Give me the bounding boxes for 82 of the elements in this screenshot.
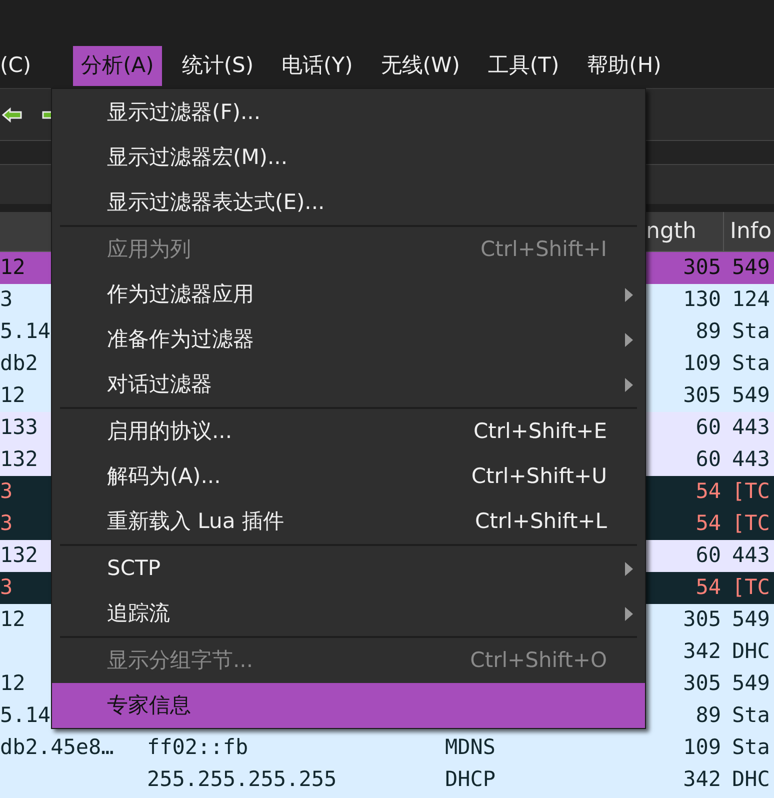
shortcut-label: Ctrl+Shift+I [480, 236, 607, 263]
table-cell: 305 [683, 383, 721, 408]
menu-item[interactable]: 启用的协议... Ctrl+Shift+E [52, 409, 645, 454]
shortcut-label: Ctrl+Shift+U [471, 462, 607, 490]
menu-item[interactable]: 对话过滤器 [52, 362, 645, 407]
table-cell: 305 [683, 607, 721, 632]
menu-item[interactable]: 显示过滤器(F)... [52, 90, 645, 135]
table-cell: 130 [683, 287, 721, 312]
table-cell: [TC [732, 511, 770, 536]
left-arrow-icon[interactable] [2, 106, 22, 122]
table-cell: 549 [732, 255, 770, 280]
column-header[interactable]: ngth [646, 215, 696, 248]
table-cell: 133 [0, 415, 38, 440]
table-cell: db2 [0, 351, 38, 376]
menu-item[interactable]: 准备作为过滤器 [52, 317, 645, 362]
table-cell: 3 [0, 575, 13, 600]
shortcut-label: Ctrl+Shift+O [470, 646, 607, 674]
menu-title[interactable]: 分析(A) [73, 46, 162, 86]
table-cell: MDNS [445, 735, 496, 760]
table-cell: 5.14 [0, 703, 51, 728]
table-cell: 132 [0, 447, 38, 472]
table-cell: 549 [732, 607, 770, 632]
table-cell: Sta [732, 351, 770, 376]
menu-item[interactable]: SCTP [52, 546, 645, 591]
table-cell: 443 [732, 415, 770, 440]
menu-item[interactable]: 作为过滤器应用 [52, 272, 645, 317]
menu-title[interactable]: 统计(S) [174, 46, 262, 86]
table-cell: 549 [732, 383, 770, 408]
table-cell: 54 [696, 479, 721, 504]
menu-item[interactable]: 解码为(A)... Ctrl+Shift+U [52, 454, 645, 499]
menu-item[interactable]: 追踪流 [52, 591, 645, 636]
table-cell: 3 [0, 511, 13, 536]
menu-title[interactable]: 电话(Y) [274, 46, 361, 86]
packet-row[interactable]: db2.45e8… ff02::fb MDNS 109 Sta [0, 732, 774, 764]
menu-title[interactable]: 工具(T) [480, 46, 568, 86]
table-cell: 89 [696, 703, 721, 728]
menu-item[interactable]: 显示过滤器宏(M)... [52, 135, 645, 180]
menu-item[interactable]: 显示过滤器表达式(E)... [52, 180, 645, 225]
table-cell: 3 [0, 479, 13, 504]
table-cell: 3 [0, 287, 13, 312]
table-cell: 5.14 [0, 319, 51, 344]
table-cell: 54 [696, 511, 721, 536]
menu-title[interactable]: 无线(W) [372, 46, 468, 86]
table-cell: 12 [0, 671, 26, 696]
shortcut-label: Ctrl+Shift+E [473, 418, 607, 445]
table-cell: 342 [683, 639, 721, 664]
table-cell: 60 [696, 415, 721, 440]
table-cell: 549 [732, 671, 770, 696]
table-cell: Sta [732, 319, 770, 344]
table-cell: DHCP [445, 767, 496, 792]
column-header[interactable]: Info [730, 215, 772, 248]
menu-item[interactable]: 重新载入 Lua 插件 Ctrl+Shift+L [52, 499, 645, 544]
table-cell: 132 [0, 543, 38, 568]
table-cell: Sta [732, 735, 770, 760]
packet-row[interactable]: 255.255.255.255 DHCP 342 DHC [0, 764, 774, 796]
table-cell: 109 [683, 351, 721, 376]
table-cell: DHC [732, 639, 770, 664]
table-cell: 305 [683, 255, 721, 280]
menu-title[interactable]: 帮助(H) [579, 46, 670, 86]
table-cell: 89 [696, 319, 721, 344]
table-cell: 12 [0, 255, 26, 280]
table-cell: 12 [0, 383, 26, 408]
table-cell: 109 [683, 735, 721, 760]
table-cell: 305 [683, 671, 721, 696]
table-cell: 124 [732, 287, 770, 312]
table-cell: DHC [732, 767, 770, 792]
table-cell: 443 [732, 543, 770, 568]
table-cell: db2.45e8… [0, 735, 114, 760]
table-cell: Sta [732, 703, 770, 728]
shortcut-label: Ctrl+Shift+L [475, 508, 607, 535]
table-cell: 255.255.255.255 [147, 767, 337, 792]
table-cell: 443 [732, 447, 770, 472]
table-cell: 60 [696, 543, 721, 568]
table-cell: 60 [696, 447, 721, 472]
menu-title[interactable]: (C) [0, 46, 40, 86]
table-cell: ff02::fb [147, 735, 248, 760]
menu-item[interactable]: 专家信息 [52, 683, 645, 728]
table-cell: 12 [0, 607, 26, 632]
table-cell: 54 [696, 575, 721, 600]
table-cell: 342 [683, 767, 721, 792]
table-cell: [TC [732, 479, 770, 504]
table-cell: [TC [732, 575, 770, 600]
